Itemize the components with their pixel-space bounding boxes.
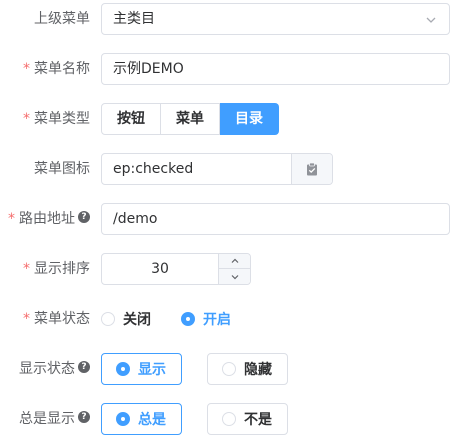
- parent-menu-row: 上级菜单 主类目: [0, 3, 455, 35]
- icon-picker-button[interactable]: [291, 154, 332, 184]
- menu-status-on-radio[interactable]: 开启: [181, 303, 231, 335]
- menu-name-value: 示例DEMO: [113, 61, 184, 77]
- sort-order-row: * 显示排序 30: [0, 253, 455, 285]
- display-status-row: 显示状态? 显示 隐藏: [0, 353, 455, 385]
- menu-status-row: * 菜单状态 关闭 开启: [0, 303, 455, 335]
- menu-status-label: * 菜单状态: [23, 311, 90, 327]
- always-show-no-radio[interactable]: 不是: [207, 403, 288, 435]
- always-show-label: 总是显示?: [19, 403, 90, 435]
- sort-order-value[interactable]: 30: [102, 254, 218, 284]
- radio-circle: [222, 362, 236, 376]
- menu-type-menu-option[interactable]: 菜单: [161, 103, 220, 135]
- display-status-show-radio[interactable]: 显示: [101, 353, 182, 385]
- menu-name-label: * 菜单名称: [23, 61, 90, 77]
- route-path-value: /demo: [113, 211, 158, 227]
- clipboard-check-icon: [307, 162, 317, 176]
- menu-status-group: 关闭 开启: [101, 303, 261, 335]
- menu-name-row: * 菜单名称 示例DEMO: [0, 53, 455, 85]
- sort-order-label: * 显示排序: [23, 261, 90, 277]
- increase-button[interactable]: [218, 254, 250, 269]
- help-icon[interactable]: ?: [78, 211, 90, 223]
- chevron-down-icon: [426, 17, 436, 23]
- chevron-up-icon: [231, 258, 238, 263]
- display-status-hide-radio[interactable]: 隐藏: [207, 353, 288, 385]
- display-status-label: 显示状态?: [19, 353, 90, 385]
- sort-order-stepper[interactable]: 30: [101, 253, 251, 285]
- menu-name-input[interactable]: 示例DEMO: [101, 53, 450, 85]
- radio-circle: [181, 312, 195, 326]
- route-path-label: * 路由地址?: [8, 203, 90, 235]
- radio-circle: [101, 312, 115, 326]
- help-icon[interactable]: ?: [78, 361, 90, 373]
- radio-circle: [116, 412, 130, 426]
- radio-circle: [222, 412, 236, 426]
- always-show-yes-radio[interactable]: 总是: [101, 403, 182, 435]
- help-icon[interactable]: ?: [78, 411, 90, 423]
- menu-icon-row: 菜单图标 ep:checked: [0, 153, 455, 185]
- menu-type-label: * 菜单类型: [23, 111, 90, 127]
- always-show-row: 总是显示? 总是 不是: [0, 403, 455, 435]
- route-path-input[interactable]: /demo: [101, 203, 450, 235]
- route-path-row: * 路由地址? /demo: [0, 203, 455, 235]
- menu-icon-value: ep:checked: [113, 161, 194, 177]
- menu-icon-label: 菜单图标: [34, 161, 90, 177]
- decrease-button[interactable]: [218, 269, 250, 284]
- parent-menu-label: 上级菜单: [34, 11, 90, 27]
- menu-type-button-option[interactable]: 按钮: [101, 103, 161, 135]
- menu-type-group: 按钮 菜单 目录: [101, 103, 279, 135]
- parent-menu-value: 主类目: [113, 11, 155, 27]
- radio-circle: [116, 362, 130, 376]
- menu-type-directory-option[interactable]: 目录: [220, 103, 279, 135]
- menu-status-off-radio[interactable]: 关闭: [101, 303, 151, 335]
- parent-menu-select[interactable]: 主类目: [101, 3, 450, 35]
- menu-type-row: * 菜单类型 按钮 菜单 目录: [0, 103, 455, 135]
- chevron-down-icon: [231, 274, 238, 279]
- menu-form: 上级菜单 主类目 * 菜单名称 示例DEMO * 菜单类型 按钮 菜单 目录 菜单图…: [0, 0, 455, 440]
- menu-icon-input[interactable]: ep:checked: [101, 153, 333, 185]
